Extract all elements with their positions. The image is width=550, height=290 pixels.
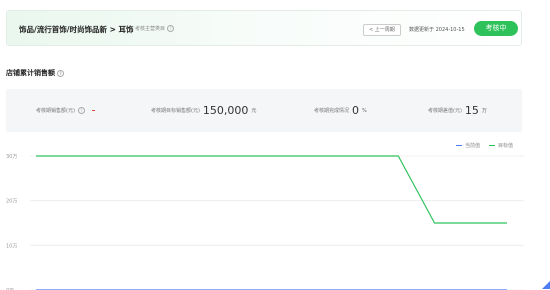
stat-label: 考核期目标销售额(元) xyxy=(151,108,200,114)
info-icon[interactable]: ? xyxy=(57,69,64,77)
empty-value-dash xyxy=(91,109,95,112)
legend-swatch-current xyxy=(456,144,462,147)
stat-sales: 考核期销售额(元) ? xyxy=(36,89,95,132)
y-tick-label: 20万 xyxy=(6,199,17,205)
series-line-target[interactable] xyxy=(36,155,507,224)
category-header: 饰品/流行首饰/时尚饰品新 > 耳饰 考核主营类目 ? < 上一周期 数据更新于… xyxy=(6,10,522,46)
y-tick-label: 10万 xyxy=(6,243,17,249)
stat-label: 考核期完成情况 xyxy=(314,108,350,114)
stat-completion: 考核期完成情况 0 % xyxy=(314,89,367,132)
stat-target-sales: 考核期目标销售额(元) 150,000 元 xyxy=(151,89,256,132)
chart-series xyxy=(36,155,507,290)
stat-unit: 元 xyxy=(251,108,257,114)
stat-label: 考核期销售额(元) xyxy=(36,108,75,114)
stat-value: 150,000 xyxy=(202,104,249,117)
section-title: 店铺累计销售额 ? xyxy=(6,68,64,78)
status-button[interactable]: 考核中 xyxy=(474,21,518,36)
legend-swatch-target xyxy=(489,144,496,147)
stat-unit: 万 xyxy=(481,108,487,114)
scroll-corner-icon xyxy=(542,281,550,289)
section-title-text: 店铺累计销售额 xyxy=(6,69,55,77)
stat-unit: % xyxy=(362,107,367,114)
stat-gap: 考核期差值(元) 15 万 xyxy=(428,89,487,132)
category-breadcrumb: 饰品/流行首饰/时尚饰品新 > 耳饰 xyxy=(19,25,134,34)
previous-period-button[interactable]: < 上一周期 xyxy=(363,24,401,36)
category-subtitle: 考核主营类目 ? xyxy=(135,25,175,32)
stat-label: 考核期差值(元) xyxy=(428,108,462,114)
info-icon[interactable]: ? xyxy=(167,25,175,32)
subtitle-text: 考核主营类目 xyxy=(135,26,166,32)
y-axis-ticks: 30万20万10万0万 xyxy=(6,154,17,290)
y-tick-label: 30万 xyxy=(6,154,17,160)
sales-line-chart: 30万20万10万0万 xyxy=(6,154,524,290)
stat-value: 0 xyxy=(352,104,360,117)
info-icon[interactable]: ? xyxy=(77,107,85,114)
stats-panel: 考核期销售额(元) ? 考核期目标销售额(元) 150,000 元 考核期完成情… xyxy=(6,89,522,132)
update-time-text: 数据更新于 2024-10-15 xyxy=(409,27,465,33)
stat-value: 15 xyxy=(464,104,479,117)
